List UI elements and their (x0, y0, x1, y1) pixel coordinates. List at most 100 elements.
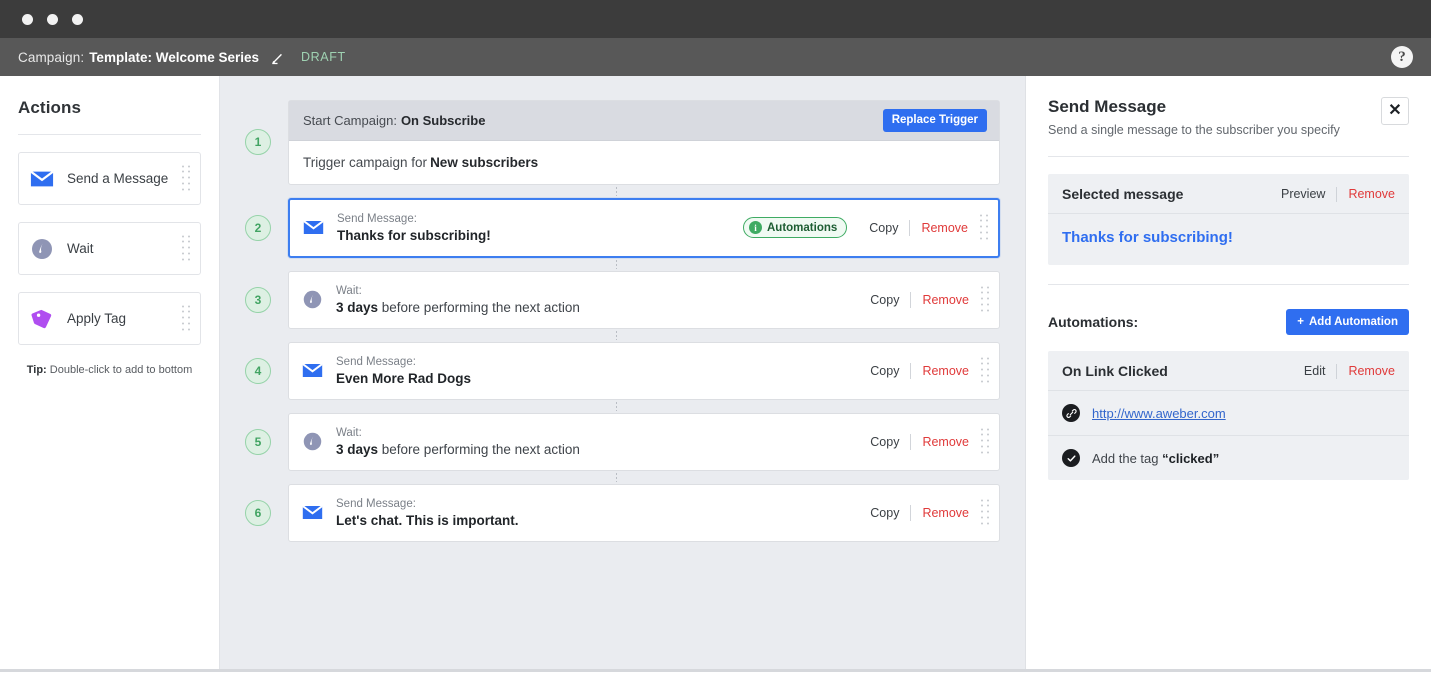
remove-automation-button[interactable]: Remove (1348, 364, 1395, 378)
step-kicker: Send Message: (336, 498, 519, 510)
app-window: Campaign: Template: Welcome Series DRAFT… (0, 0, 1431, 680)
app-body: Actions Send a Message (0, 76, 1431, 672)
drag-handle-icon[interactable] (981, 286, 990, 313)
action-item-label: Wait (67, 241, 94, 256)
remove-button[interactable]: Remove (922, 364, 969, 378)
check-circle-icon (1062, 449, 1080, 467)
detail-panel-subtitle: Send a single message to the subscriber … (1048, 122, 1340, 138)
step-number-badge: 6 (245, 500, 271, 526)
window-close-dot[interactable] (22, 14, 33, 25)
step-actions: Copy Remove (870, 434, 985, 450)
drag-handle-icon[interactable] (981, 428, 990, 455)
copy-button[interactable]: Copy (870, 435, 899, 449)
workflow-step-3[interactable]: 3 Wait: 3 days before perfo (220, 271, 1025, 329)
clock-icon (302, 289, 323, 310)
close-icon[interactable]: ✕ (1381, 97, 1409, 125)
step-card[interactable]: Wait: 3 days before performing the next … (288, 271, 1000, 329)
remove-button[interactable]: Remove (921, 221, 968, 235)
sidebar-tip-text: Double-click to add to bottom (47, 364, 193, 376)
drag-handle-icon[interactable] (182, 165, 191, 192)
divider (910, 505, 911, 521)
pencil-icon[interactable] (270, 51, 285, 66)
trigger-head-value: On Subscribe (401, 113, 486, 128)
automation-url-link[interactable]: http://www.aweber.com (1092, 406, 1226, 421)
step-title: Let's chat. This is important. (336, 513, 519, 528)
action-item-label: Send a Message (67, 171, 168, 186)
drag-handle-icon[interactable] (182, 305, 191, 332)
workflow-step-5[interactable]: 5 Wait: 3 days before perfo (220, 413, 1025, 471)
remove-button[interactable]: Remove (922, 506, 969, 520)
step-kicker: Wait: (336, 285, 580, 297)
trigger-card-body: Trigger campaign for New subscribers (289, 141, 999, 184)
action-item-label: Apply Tag (67, 311, 126, 326)
step-title: Even More Rad Dogs (336, 371, 471, 386)
link-icon (1062, 404, 1080, 422)
workflow-step-trigger[interactable]: 1 Start Campaign: On Subscribe Replace T… (220, 100, 1025, 185)
copy-button[interactable]: Copy (870, 506, 899, 520)
automation-row-tag: Add the tag “clicked” (1048, 435, 1409, 480)
envelope-icon (302, 360, 323, 381)
add-automation-button[interactable]: + Add Automation (1286, 309, 1409, 335)
divider (910, 434, 911, 450)
drag-handle-icon[interactable] (981, 357, 990, 384)
step-card[interactable]: Wait: 3 days before performing the next … (288, 413, 1000, 471)
edit-automation-button[interactable]: Edit (1304, 364, 1326, 378)
selected-message-body: Thanks for subscribing! (1048, 214, 1409, 265)
automations-badge-label: Automations (767, 222, 837, 234)
automation-row-url: http://www.aweber.com (1048, 391, 1409, 435)
drag-handle-icon[interactable] (182, 235, 191, 262)
workflow-step-6[interactable]: 6 Send Message: Let's chat. (220, 484, 1025, 542)
step-card[interactable]: Send Message: Thanks for subscribing! i … (288, 198, 1000, 258)
window-maximize-dot[interactable] (72, 14, 83, 25)
campaign-label: Campaign: (18, 50, 84, 65)
clock-icon (302, 431, 323, 452)
action-item-apply-tag[interactable]: Apply Tag (18, 292, 201, 345)
trigger-card[interactable]: Start Campaign: On Subscribe Replace Tri… (288, 100, 1000, 185)
divider (909, 220, 910, 236)
preview-button[interactable]: Preview (1281, 187, 1325, 201)
window-minimize-dot[interactable] (47, 14, 58, 25)
copy-button[interactable]: Copy (870, 364, 899, 378)
copy-button[interactable]: Copy (869, 221, 898, 235)
automations-badge[interactable]: i Automations (743, 217, 847, 238)
replace-trigger-button[interactable]: Replace Trigger (883, 109, 987, 132)
actions-title: Actions (18, 98, 201, 118)
drag-handle-icon[interactable] (981, 499, 990, 526)
action-item-wait[interactable]: Wait (18, 222, 201, 275)
step-kicker: Send Message: (336, 356, 471, 368)
help-icon[interactable]: ? (1391, 46, 1413, 68)
selected-message-box: Selected message Preview Remove Thanks f… (1048, 174, 1409, 265)
drag-handle-icon[interactable] (980, 214, 989, 241)
step-connector (288, 329, 1000, 342)
step-title: 3 days before performing the next action (336, 442, 580, 457)
step-card[interactable]: Send Message: Even More Rad Dogs Copy Re… (288, 342, 1000, 400)
step-connector (288, 258, 1000, 271)
automation-group-heading: On Link Clicked (1062, 363, 1168, 379)
sidebar-tip: Tip: Double-click to add to bottom (18, 362, 201, 379)
status-badge: DRAFT (301, 50, 346, 64)
workflow-step-2[interactable]: 2 Send Message: Thanks for (220, 198, 1025, 258)
workflow-step-4[interactable]: 4 Send Message: Even More R (220, 342, 1025, 400)
trigger-body-prefix: Trigger campaign for (303, 155, 427, 170)
action-item-send-a-message[interactable]: Send a Message (18, 152, 201, 205)
plus-icon: + (1297, 316, 1304, 328)
automation-group-box: On Link Clicked Edit Remove (1048, 351, 1409, 480)
automation-tag-text: Add the tag “clicked” (1092, 451, 1219, 466)
envelope-icon (302, 502, 323, 523)
trigger-card-header: Start Campaign: On Subscribe Replace Tri… (289, 101, 999, 141)
selected-message-name[interactable]: Thanks for subscribing! (1062, 229, 1233, 246)
step-title: Thanks for subscribing! (337, 228, 491, 243)
tag-icon (30, 307, 54, 331)
copy-button[interactable]: Copy (870, 293, 899, 307)
workflow-steps: 1 Start Campaign: On Subscribe Replace T… (220, 100, 1025, 542)
step-title-rest: before performing the next action (378, 442, 580, 457)
step-connector (288, 471, 1000, 484)
envelope-icon (303, 217, 324, 238)
step-card[interactable]: Send Message: Let's chat. This is import… (288, 484, 1000, 542)
selected-message-header: Selected message Preview Remove (1048, 174, 1409, 214)
remove-message-button[interactable]: Remove (1348, 187, 1395, 201)
remove-button[interactable]: Remove (922, 293, 969, 307)
window-titlebar (0, 0, 1431, 38)
add-automation-label: Add Automation (1309, 316, 1398, 328)
remove-button[interactable]: Remove (922, 435, 969, 449)
